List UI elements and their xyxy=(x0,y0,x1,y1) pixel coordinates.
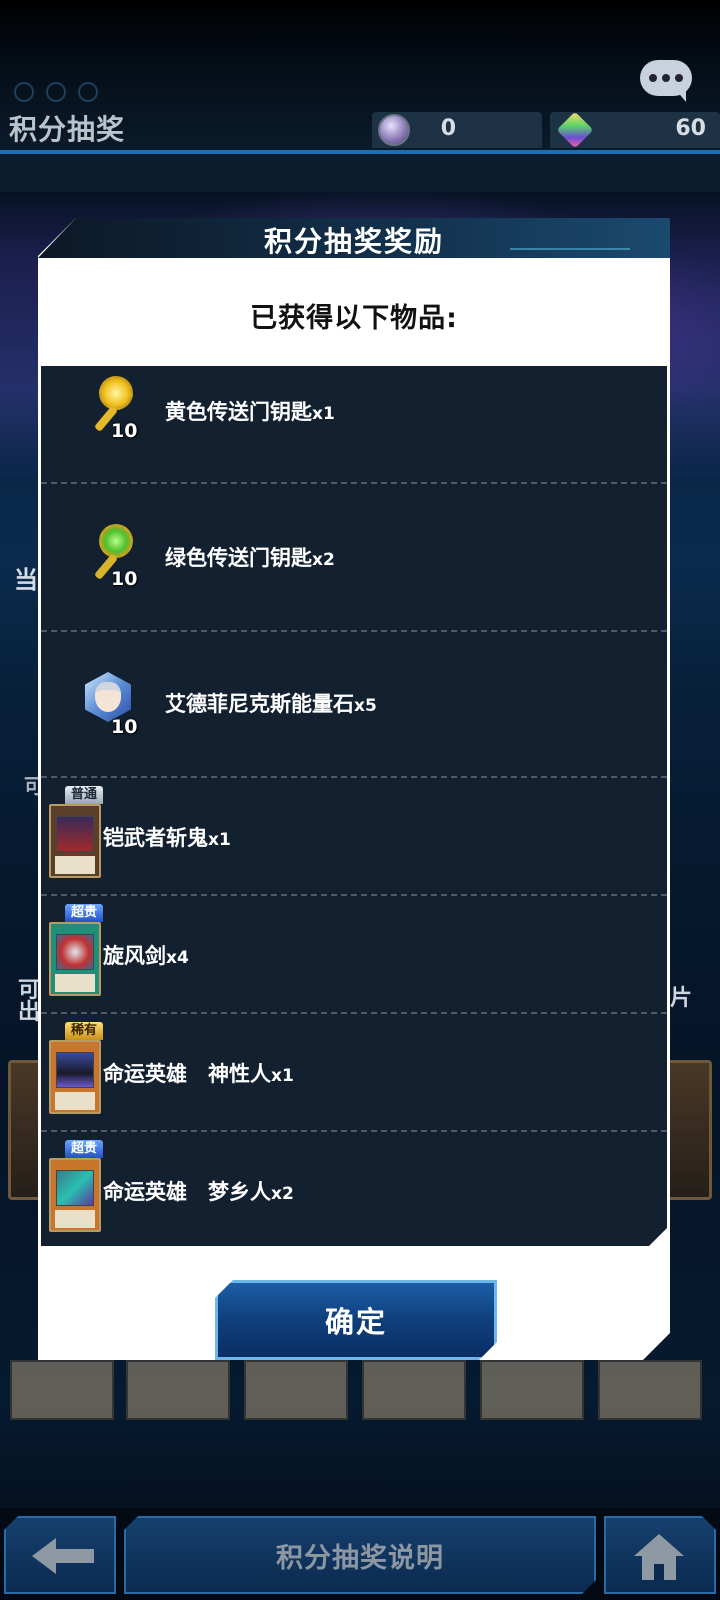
background-panel xyxy=(126,1360,230,1420)
chat-button[interactable] xyxy=(640,60,692,102)
list-item: 稀有 命运英雄 神性人x1 xyxy=(41,1014,667,1132)
points-counter: 0 xyxy=(372,112,542,148)
card-icon xyxy=(49,804,101,878)
dialog-subtitle: 已获得以下物品: xyxy=(250,303,458,334)
list-item: 普通 铠武者斩鬼x1 xyxy=(41,778,667,896)
home-icon xyxy=(634,1534,684,1580)
home-button[interactable] xyxy=(604,1516,716,1594)
list-item: 10 绿色传送门钥匙x2 xyxy=(41,484,667,632)
card-icon xyxy=(49,1040,101,1114)
list-item: 10 黄色传送门钥匙x1 xyxy=(41,366,667,484)
item-label: 绿色传送门钥匙x2 xyxy=(165,546,335,570)
page-title: 积分抽奖 xyxy=(9,113,126,146)
points-value: 0 xyxy=(440,116,456,141)
background-panel xyxy=(244,1360,348,1420)
confirm-label: 确定 xyxy=(324,1305,387,1339)
item-label: 艾德菲尼克斯能量石x5 xyxy=(165,692,377,716)
reward-dialog: 积分抽奖奖励 已获得以下物品: 10 黄色传送门钥匙x1 10 绿色传送门钥匙x… xyxy=(38,218,670,1360)
gem-icon xyxy=(556,111,594,149)
help-button[interactable]: 积分抽奖说明 xyxy=(124,1516,596,1594)
item-count-badge: 10 xyxy=(111,420,138,442)
back-arrow-icon xyxy=(32,1538,94,1574)
back-button[interactable] xyxy=(4,1516,116,1594)
rarity-badge: 超贵 xyxy=(65,1140,103,1158)
background-label: 当 xyxy=(14,566,38,594)
background-panel xyxy=(10,1360,114,1420)
background-panel xyxy=(362,1360,466,1420)
dialog-title: 积分抽奖奖励 xyxy=(263,225,444,258)
gems-counter[interactable]: 60 xyxy=(550,111,720,149)
background-label: 片 xyxy=(670,986,693,1011)
points-orb-icon xyxy=(378,114,410,146)
list-item: 超贵 命运英雄 梦乡人x2 xyxy=(41,1132,667,1246)
item-label: 黄色传送门钥匙x1 xyxy=(165,400,335,424)
sub-bar xyxy=(0,154,720,192)
rarity-badge: 超贵 xyxy=(65,904,103,922)
list-item: 10 艾德菲尼克斯能量石x5 xyxy=(41,632,667,778)
background-panel xyxy=(598,1360,702,1420)
item-label: 旋风剑x4 xyxy=(103,944,189,968)
item-count-badge: 10 xyxy=(111,568,138,590)
background-panel xyxy=(480,1360,584,1420)
card-icon xyxy=(49,1158,101,1232)
card-icon xyxy=(49,922,101,996)
rarity-badge: 稀有 xyxy=(65,1022,103,1040)
chat-icon xyxy=(649,74,657,82)
list-item: 超贵 旋风剑x4 xyxy=(41,896,667,1014)
confirm-button[interactable]: 确定 xyxy=(215,1280,497,1360)
reward-list[interactable]: 10 黄色传送门钥匙x1 10 绿色传送门钥匙x2 10 艾德菲尼克斯能量石x5… xyxy=(41,366,667,1246)
item-label: 命运英雄 梦乡人x2 xyxy=(103,1180,294,1204)
item-label: 铠武者斩鬼x1 xyxy=(103,826,231,850)
item-label: 命运英雄 神性人x1 xyxy=(103,1062,294,1086)
item-count-badge: 10 xyxy=(111,716,138,738)
rarity-badge: 普通 xyxy=(65,786,103,804)
help-label: 积分抽奖说明 xyxy=(276,1542,444,1574)
gems-value: 60 xyxy=(675,116,706,141)
decoration xyxy=(14,82,110,106)
